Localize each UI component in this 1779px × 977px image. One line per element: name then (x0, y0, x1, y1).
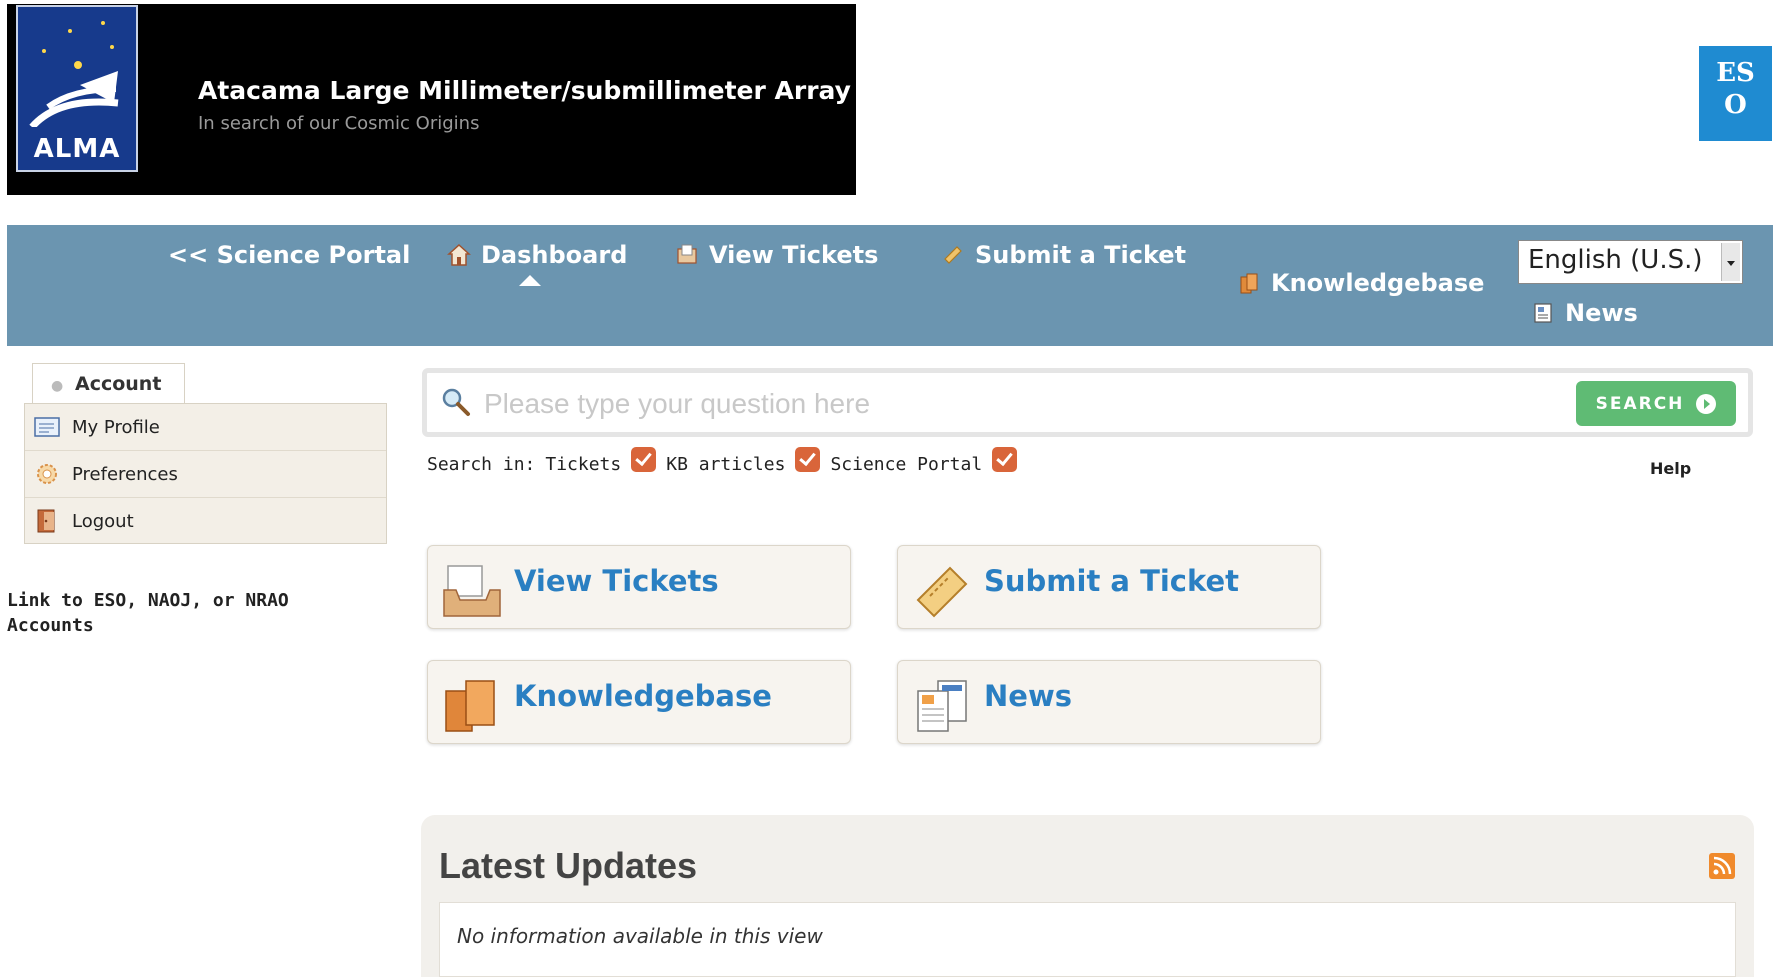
books-icon (1240, 273, 1258, 294)
latest-updates-body: No information available in this view (439, 902, 1736, 977)
sidebar-item-preferences[interactable]: Preferences (25, 451, 386, 498)
tile-news[interactable]: News (897, 660, 1321, 744)
door-icon (37, 509, 55, 533)
search-bar: SEARCH (422, 368, 1753, 437)
active-nav-indicator (519, 275, 541, 286)
language-select[interactable]: English (U.S.) (1518, 240, 1743, 284)
tile-view-tickets[interactable]: View Tickets (427, 545, 851, 629)
gear-icon (37, 464, 57, 484)
header-banner: ALMA Atacama Large Millimeter/submillime… (7, 4, 856, 195)
books-icon (445, 680, 495, 732)
search-button[interactable]: SEARCH (1576, 381, 1736, 426)
empty-message: No information available in this view (457, 924, 823, 948)
checkbox-science-portal[interactable] (992, 447, 1018, 472)
nav-view-tickets[interactable]: View Tickets (675, 241, 878, 269)
sidebar-item-my-profile[interactable]: My Profile (25, 404, 386, 451)
nav-science-portal[interactable]: << Science Portal (168, 241, 410, 269)
alma-logo[interactable]: ALMA (16, 5, 138, 172)
site-title: Atacama Large Millimeter/submillimeter A… (198, 76, 851, 105)
search-input[interactable] (482, 383, 1486, 425)
main-nav: << Science Portal Dashboard View Tickets… (7, 225, 1773, 346)
help-link[interactable]: Help (1650, 459, 1691, 478)
inbox-icon (443, 565, 501, 617)
ticket-icon (916, 566, 968, 618)
search-icon (442, 388, 470, 416)
arrow-right-icon (1696, 393, 1717, 414)
sidebar-item-logout[interactable]: Logout (25, 498, 386, 544)
tile-submit-ticket[interactable]: Submit a Ticket (897, 545, 1321, 629)
eso-logo[interactable]: ES O (1699, 46, 1772, 141)
checkbox-tickets[interactable] (631, 447, 657, 472)
checkbox-kb-articles[interactable] (795, 447, 821, 472)
alma-logo-text: ALMA (33, 134, 121, 164)
chevron-down-icon (1721, 243, 1740, 281)
site-subtitle: In search of our Cosmic Origins (198, 113, 480, 134)
profile-card-icon (34, 417, 60, 437)
ticket-icon (944, 246, 962, 264)
latest-updates-title: Latest Updates (439, 845, 698, 886)
user-icon: ● (51, 378, 64, 394)
tile-knowledgebase[interactable]: Knowledgebase (427, 660, 851, 744)
account-menu: My Profile Preferences Logout (24, 403, 387, 544)
nav-dashboard[interactable]: Dashboard (447, 241, 627, 269)
latest-updates-panel: Latest Updates No information available … (421, 815, 1754, 977)
tab-account[interactable]: ● Account (32, 363, 185, 404)
link-accounts-link[interactable]: Link to ESO, NAOJ, or NRAO Accounts (7, 588, 327, 638)
nav-submit-ticket[interactable]: Submit a Ticket (941, 241, 1186, 269)
rss-icon[interactable] (1709, 853, 1735, 879)
nav-knowledgebase[interactable]: Knowledgebase (1237, 269, 1484, 297)
home-icon (447, 243, 471, 266)
inbox-icon (677, 244, 697, 264)
nav-news[interactable]: News (1531, 299, 1638, 327)
search-scope: Search in: Tickets KB articles Science P… (427, 447, 1018, 477)
newspaper-icon (917, 680, 967, 732)
newspaper-icon (1534, 303, 1552, 323)
